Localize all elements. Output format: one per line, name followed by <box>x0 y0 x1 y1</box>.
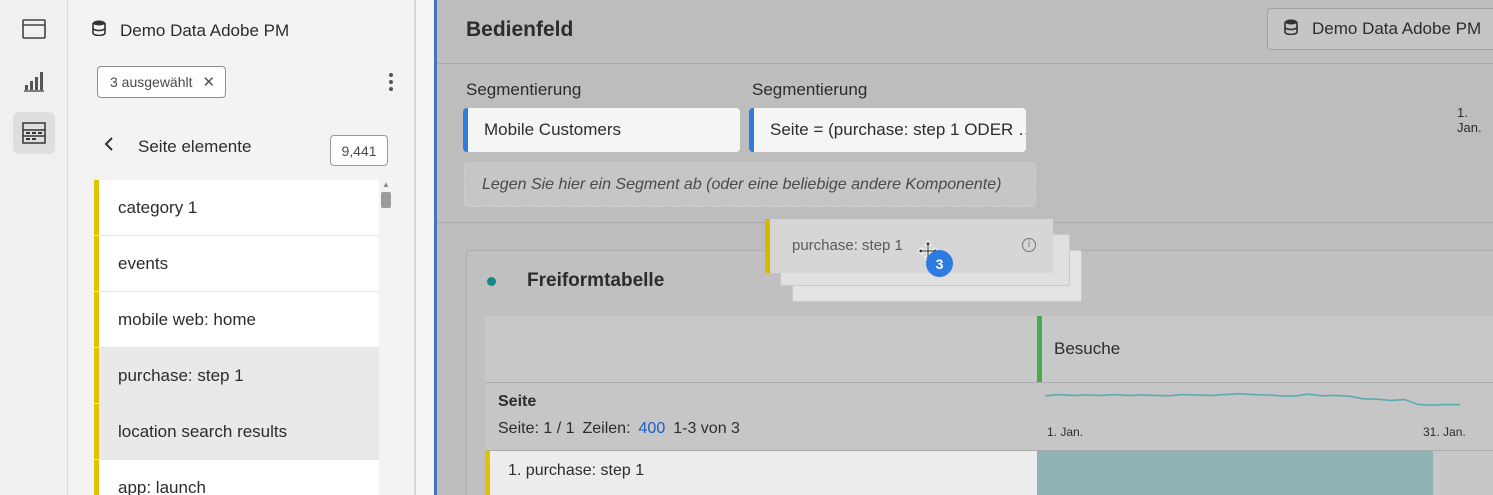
dimension-header[interactable]: Seite Seite: 1 / 1 Zeilen: 400 1-3 von 3 <box>485 382 1037 450</box>
rows-per-page-link[interactable]: 400 <box>639 420 666 438</box>
close-icon[interactable]: ✕ <box>203 73 216 91</box>
more-options-icon[interactable] <box>385 70 397 94</box>
visualization-icon[interactable] <box>13 60 55 102</box>
list-item[interactable]: location search results <box>94 404 379 460</box>
filter-chip-label: 3 ausgewählt <box>110 74 193 90</box>
segment-page-filter[interactable]: Seite = (purchase: step 1 ODER … <box>749 108 1026 152</box>
panel-title: Bedienfeld <box>466 18 574 41</box>
table-row-value[interactable] <box>1037 450 1493 495</box>
row-value-bar <box>1037 451 1433 495</box>
pagination-info: Seite: 1 / 1 Zeilen: 400 1-3 von 3 <box>498 420 740 438</box>
sparkline-series <box>1045 392 1460 406</box>
scroll-thumb[interactable] <box>381 192 391 208</box>
list-item[interactable]: mobile web: home <box>94 292 379 348</box>
scroll-up-icon[interactable]: ▲ <box>382 180 390 189</box>
database-icon <box>1284 19 1298 40</box>
segment-label: Segmentierung <box>466 80 582 99</box>
list-item[interactable]: purchase: step 1 <box>94 348 379 404</box>
item-count-badge: 9,441 <box>330 135 388 166</box>
datasource-row[interactable]: Demo Data Adobe PM <box>92 20 289 41</box>
sparkline-cell: 1. Jan. 31. Jan. <box>1037 382 1493 450</box>
datasource-dropdown[interactable]: Demo Data Adobe PM <box>1267 8 1493 50</box>
left-rail <box>0 0 68 495</box>
list-item[interactable]: events <box>94 236 379 292</box>
drag-count-badge: 3 <box>926 250 953 277</box>
components-panel: Demo Data Adobe PM 3 ausgewählt ✕ Seite … <box>68 0 416 495</box>
date-range-label[interactable]: 1. Jan. <box>1457 105 1493 135</box>
freeform-title: Freiformtabelle <box>527 270 665 291</box>
datasource-dropdown-label: Demo Data Adobe PM <box>1312 19 1482 38</box>
metric-header-visits[interactable]: Besuche <box>1037 316 1493 382</box>
drag-ghost: purchase: step 1 i <box>765 219 1053 273</box>
sparkline <box>1045 392 1460 406</box>
sparkline-end-date: 31. Jan. <box>1423 425 1466 439</box>
database-icon <box>92 20 106 41</box>
table-row[interactable]: 1. purchase: step 1 <box>485 450 1037 495</box>
component-list: category 1 events mobile web: home purch… <box>94 180 379 495</box>
segment-drop-zone[interactable]: Legen Sie hier ein Segment ab (oder eine… <box>464 162 1036 207</box>
components-icon[interactable] <box>13 112 55 154</box>
segment-label: Segmentierung <box>752 80 868 99</box>
metric-name: Besuche <box>1054 339 1121 358</box>
list-item[interactable]: app: launch <box>94 460 379 495</box>
list-item[interactable]: category 1 <box>94 180 379 236</box>
row-label: 1. purchase: step 1 <box>508 462 645 479</box>
panel-header: Bedienfeld Demo Data Adobe PM <box>437 0 1493 64</box>
info-icon: i <box>1022 238 1036 252</box>
back-label: Seite elemente <box>138 136 252 156</box>
drag-ghost-label: purchase: step 1 <box>792 237 903 254</box>
sparkline-start-date: 1. Jan. <box>1047 425 1084 439</box>
chevron-left-icon <box>104 136 114 157</box>
panel-icon[interactable] <box>13 8 55 50</box>
segment-mobile-customers[interactable]: Mobile Customers <box>463 108 740 152</box>
status-dot-icon <box>487 277 496 286</box>
table-header-empty <box>485 316 1037 382</box>
list-scrollbar[interactable]: ▲ <box>379 180 393 495</box>
filter-chip[interactable]: 3 ausgewählt ✕ <box>97 66 227 98</box>
dimension-name: Seite <box>498 393 537 410</box>
datasource-name: Demo Data Adobe PM <box>120 20 290 40</box>
back-button[interactable]: Seite elemente <box>104 136 251 157</box>
